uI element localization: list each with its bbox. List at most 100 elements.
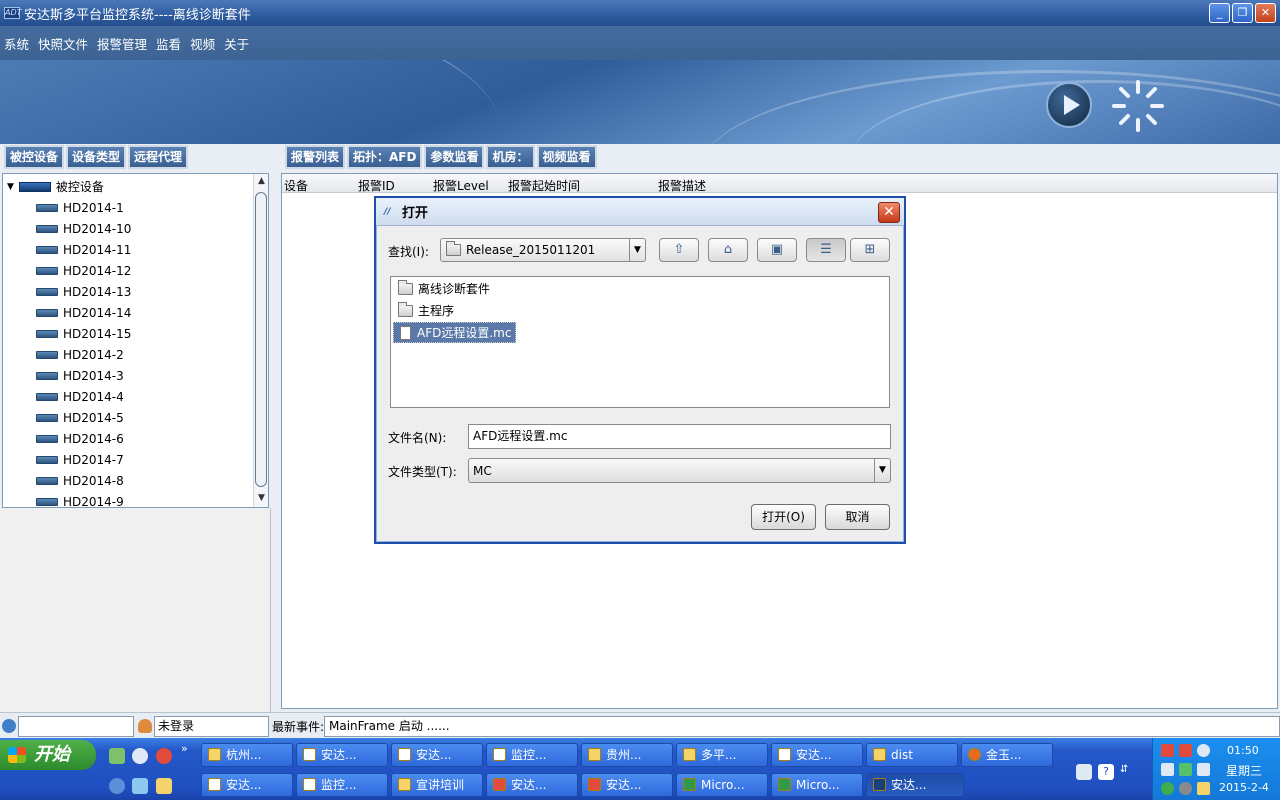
taskbar-item[interactable]: 监控... (296, 773, 388, 797)
network-icon[interactable] (1179, 763, 1192, 776)
menu-monitor[interactable]: 监看 (156, 34, 181, 53)
tab-device-types[interactable]: 设备类型 (66, 145, 127, 169)
tree-item[interactable]: HD2014-1 (36, 197, 124, 218)
tray-icon[interactable] (1197, 763, 1210, 776)
list-item[interactable]: 离线诊断套件 (393, 278, 494, 299)
filename-input[interactable]: AFD远程设置.mc (468, 424, 891, 449)
look-in-dropdown[interactable]: Release_2015011201 ▼ (440, 238, 646, 262)
tree-item[interactable]: HD2014-7 (36, 449, 124, 470)
quick-launch-icon[interactable] (156, 748, 172, 764)
tray-icon[interactable] (1197, 744, 1210, 757)
tab-parameter-monitor[interactable]: 参数监看 (424, 145, 485, 169)
taskbar-item[interactable]: 监控... (486, 743, 578, 767)
tree-item[interactable]: HD2014-9 (36, 491, 124, 507)
quick-launch-icon[interactable] (156, 778, 172, 794)
list-item[interactable]: 主程序 (393, 300, 458, 321)
taskbar-item[interactable]: 安达... (201, 773, 293, 797)
tree-item[interactable]: HD2014-2 (36, 344, 124, 365)
play-icon[interactable] (1046, 82, 1092, 128)
status-field[interactable] (18, 716, 134, 737)
menu-alarm-management[interactable]: 报警管理 (97, 34, 147, 53)
column-header[interactable]: 报警起始时间 (508, 177, 580, 194)
quick-launch-icon[interactable] (109, 748, 125, 764)
taskbar-item[interactable]: 安达... (771, 743, 863, 767)
quick-launch-icon[interactable] (109, 778, 125, 794)
collapse-icon[interactable]: ▼ (7, 182, 14, 192)
tree-item[interactable]: HD2014-12 (36, 260, 131, 281)
tab-topology[interactable]: 拓扑：AFD (347, 145, 423, 169)
quick-launch-icon[interactable] (132, 748, 148, 764)
taskbar-item[interactable]: 安达... (486, 773, 578, 797)
clock-time[interactable]: 01:50 (1227, 744, 1259, 757)
close-button[interactable]: ✕ (1255, 3, 1276, 23)
list-item-selected[interactable]: AFD远程设置.mc (393, 322, 517, 343)
taskbar-item[interactable]: 多平... (676, 743, 768, 767)
column-header[interactable]: 设备 (284, 177, 308, 194)
tray-icon[interactable] (1179, 744, 1192, 757)
scroll-up-arrow-icon[interactable]: ▲ (254, 174, 268, 189)
keyboard-icon[interactable] (1076, 764, 1092, 780)
home-button[interactable]: ⌂ (708, 238, 748, 262)
taskbar-item[interactable]: 宣讲培训 (391, 773, 483, 797)
tray-icon[interactable] (1161, 763, 1174, 776)
tray-icon[interactable] (1179, 782, 1192, 795)
new-folder-button[interactable]: ▣ (757, 238, 797, 262)
tab-remote-agent[interactable]: 远程代理 (128, 145, 189, 169)
tree-scrollbar[interactable]: ▲ ▼ (253, 174, 268, 507)
tray-icon[interactable] (1161, 744, 1174, 757)
menu-snapshot-file[interactable]: 快照文件 (38, 34, 88, 53)
dialog-title-bar[interactable]: // 打开 ✕ (376, 198, 904, 226)
scroll-thumb[interactable] (255, 192, 267, 487)
column-header[interactable]: 报警ID (358, 177, 395, 194)
quick-launch-icon[interactable] (132, 778, 148, 794)
tree-item[interactable]: HD2014-13 (36, 281, 131, 302)
up-one-level-button[interactable]: ⇧ (659, 238, 699, 262)
chevron-down-icon[interactable]: ▼ (874, 459, 890, 482)
chevron-down-icon[interactable]: ▼ (629, 239, 645, 261)
menu-video[interactable]: 视频 (190, 34, 215, 53)
tree-item[interactable]: HD2014-10 (36, 218, 131, 239)
taskbar-item[interactable]: 安达... (581, 773, 673, 797)
taskbar-item[interactable]: 贵州... (581, 743, 673, 767)
taskbar-item[interactable]: 金玉... (961, 743, 1053, 767)
taskbar-item[interactable]: 安达... (391, 743, 483, 767)
tab-alarm-list[interactable]: 报警列表 (285, 145, 346, 169)
taskbar-item[interactable]: 安达... (296, 743, 388, 767)
tree-item[interactable]: HD2014-6 (36, 428, 124, 449)
tab-controlled-devices[interactable]: 被控设备 (4, 145, 65, 169)
device-tree[interactable]: ▼ 被控设备 HD2014-1 HD2014-10 HD2014-11 HD20… (2, 173, 269, 508)
help-icon[interactable]: ? (1098, 764, 1114, 780)
tree-item[interactable]: HD2014-5 (36, 407, 124, 428)
tree-item[interactable]: HD2014-4 (36, 386, 124, 407)
tree-root[interactable]: ▼ 被控设备 (7, 176, 104, 197)
taskbar-item-active[interactable]: 安达... (866, 773, 964, 797)
column-header[interactable]: 报警描述 (658, 177, 706, 194)
restore-button[interactable]: ❐ (1232, 3, 1253, 23)
menu-system[interactable]: 系统 (4, 34, 29, 53)
more-chevron-icon[interactable]: » (181, 742, 188, 755)
tab-machine-room[interactable]: 机房： (486, 145, 535, 169)
taskbar-item[interactable]: dist (866, 743, 958, 767)
scroll-down-arrow-icon[interactable]: ▼ (254, 491, 268, 506)
taskbar-item[interactable]: Micro... (771, 773, 863, 797)
tree-item[interactable]: HD2014-14 (36, 302, 131, 323)
dialog-close-button[interactable]: ✕ (878, 202, 900, 223)
cancel-button[interactable]: 取消 (825, 504, 890, 530)
tree-item[interactable]: HD2014-15 (36, 323, 131, 344)
tree-item[interactable]: HD2014-3 (36, 365, 124, 386)
column-header[interactable]: 报警Level (433, 177, 489, 194)
minimize-button[interactable]: _ (1209, 3, 1230, 23)
list-view-button[interactable]: ☰ (806, 238, 846, 262)
filetype-dropdown[interactable]: MC ▼ (468, 458, 891, 483)
open-button[interactable]: 打开(O) (751, 504, 816, 530)
window-title-bar[interactable]: ADT 安达斯多平台监控系统----离线诊断套件 _ ❐ ✕ (0, 0, 1280, 26)
start-button[interactable]: 开始 (0, 740, 96, 770)
file-list[interactable]: 离线诊断套件 主程序 AFD远程设置.mc (390, 276, 890, 408)
tree-item[interactable]: HD2014-8 (36, 470, 124, 491)
taskbar-item[interactable]: 杭州... (201, 743, 293, 767)
language-icon[interactable]: ⇵ (1120, 764, 1136, 780)
security-shield-icon[interactable] (1161, 782, 1174, 795)
menu-about[interactable]: 关于 (224, 34, 249, 53)
tree-item[interactable]: HD2014-11 (36, 239, 131, 260)
details-view-button[interactable]: ⊞ (850, 238, 890, 262)
